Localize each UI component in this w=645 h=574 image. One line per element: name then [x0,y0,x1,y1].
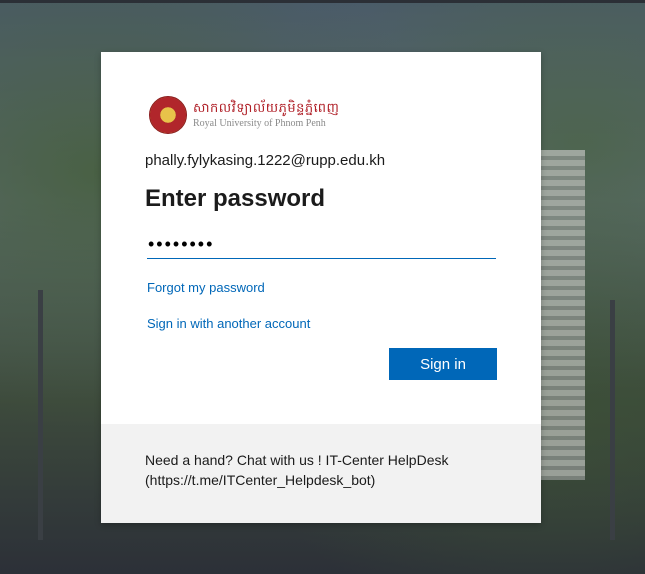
password-field[interactable] [147,230,496,259]
help-footer: Need a hand? Chat with us ! IT-Center He… [101,424,541,523]
logo-text: សាកលវិទ្យាល័យភូមិន្ទភ្នំពេញ Royal Univer… [193,101,339,130]
help-text: Need a hand? Chat with us ! IT-Center He… [145,452,449,488]
organization-logo: សាកលវិទ្យាល័យភូមិន្ទភ្នំពេញ Royal Univer… [149,96,339,134]
background-building [535,150,585,480]
another-account-link[interactable]: Sign in with another account [147,316,310,331]
logo-english-name: Royal University of Phnom Penh [193,117,326,129]
background-lamp-post [38,290,43,540]
window-top-edge [0,0,645,3]
account-email: phally.fylykasing.1222@rupp.edu.kh [145,152,386,169]
page-title: Enter password [145,185,326,212]
signin-card: សាកលវិទ្យាល័យភូមិន្ទភ្នំពេញ Royal Univer… [101,52,541,523]
signin-button[interactable]: Sign in [389,348,497,380]
background-lamp-post [610,300,615,540]
university-seal-icon [149,96,187,134]
forgot-password-link[interactable]: Forgot my password [147,280,265,295]
logo-khmer-name: សាកលវិទ្យាល័យភូមិន្ទភ្នំពេញ [193,100,340,116]
